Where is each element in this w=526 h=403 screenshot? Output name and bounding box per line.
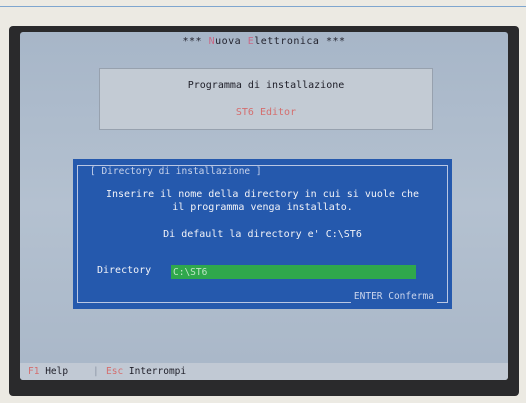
title-suffix: lettronica *** bbox=[254, 36, 346, 47]
directory-label: Directory bbox=[97, 265, 152, 276]
dialog-message-line-2: il programma venga installato. bbox=[172, 202, 353, 213]
title-middle: uova bbox=[215, 36, 248, 47]
help-shortcut[interactable]: F1 Help bbox=[28, 363, 68, 380]
help-key: F1 bbox=[28, 366, 40, 377]
dialog-message-line-1: Inserire il nome della directory in cui … bbox=[105, 189, 420, 200]
default-directory-info: Di default la directory e' C:\ST6 bbox=[163, 229, 362, 240]
dos-screen: *** Nuova Elettronica *** Programma di i… bbox=[20, 32, 508, 380]
directory-input[interactable] bbox=[171, 265, 416, 279]
program-heading: Programma di installazione bbox=[187, 80, 345, 91]
enter-confirm-hint[interactable]: ENTER Conferma bbox=[350, 291, 437, 303]
screen-title: *** Nuova Elettronica *** bbox=[20, 32, 508, 52]
help-label: Help bbox=[45, 366, 69, 377]
status-separator: | bbox=[93, 366, 99, 377]
program-info-box: Programma di installazione ST6 Editor bbox=[99, 68, 433, 130]
product-name: ST6 Editor bbox=[235, 107, 297, 118]
dialog-title: [ Directory di installazione ] bbox=[88, 166, 264, 178]
quit-label: Interrompi bbox=[128, 366, 187, 377]
title-prefix: *** bbox=[182, 36, 209, 47]
install-directory-dialog: [ Directory di installazione ] ENTER Con… bbox=[73, 159, 452, 309]
esc-key: Esc bbox=[106, 366, 124, 377]
quit-shortcut[interactable]: Esc Interrompi bbox=[106, 363, 186, 380]
page-top-rule bbox=[0, 6, 526, 7]
status-bar: F1 Help | Esc Interrompi bbox=[20, 363, 508, 380]
